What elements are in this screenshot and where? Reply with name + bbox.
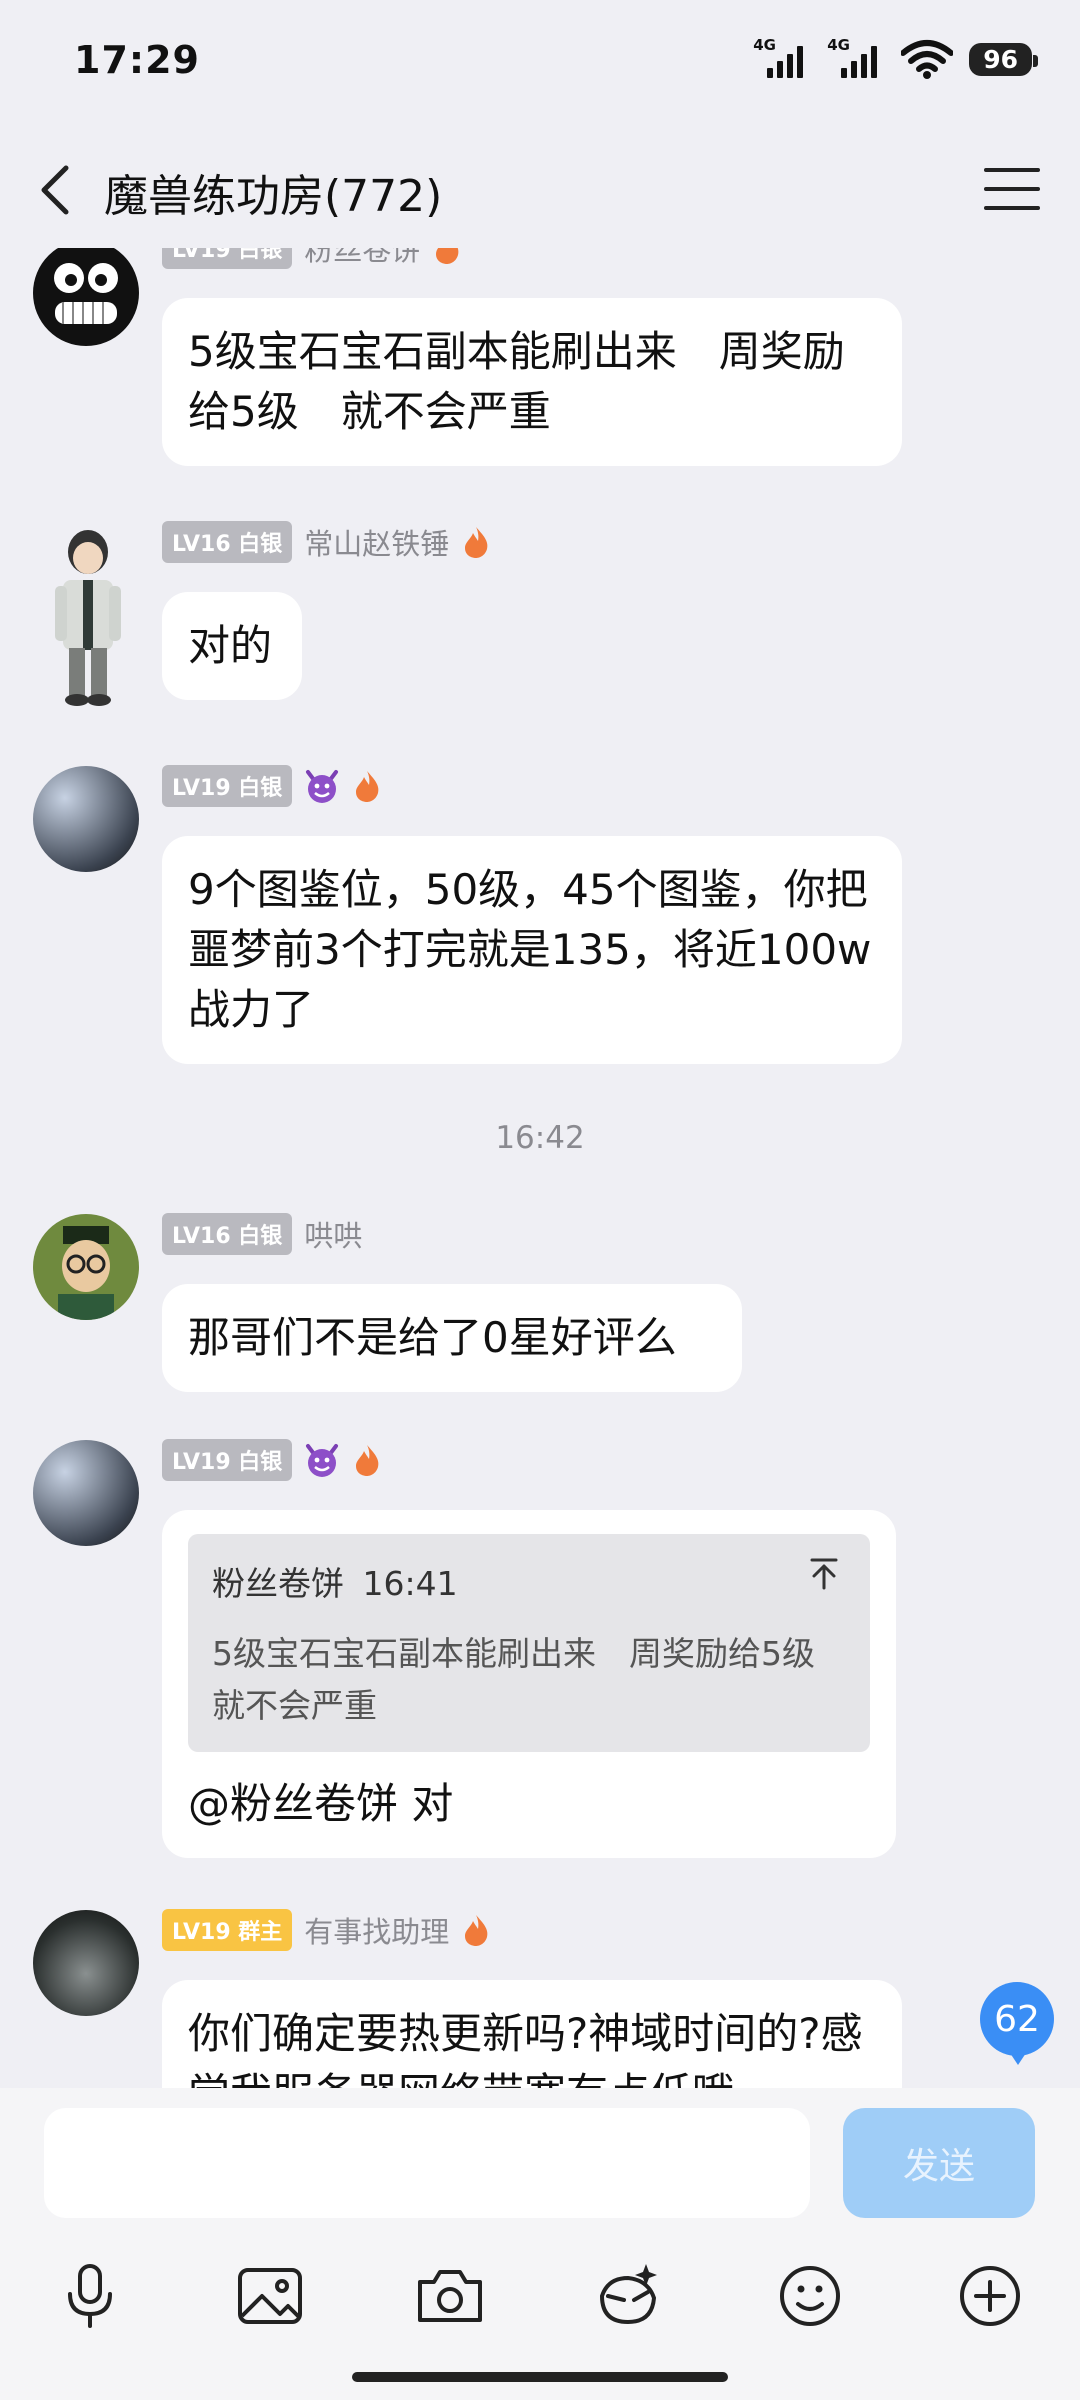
reply-bubble[interactable]: 粉丝卷饼 16:41 5级宝石宝石副本能刷出来 周奖励给5级就不会严重 @粉丝卷… (162, 1510, 896, 1858)
quote-text: 5级宝石宝石副本能刷出来 周奖励给5级就不会严重 (212, 1634, 815, 1725)
quote-author: 粉丝卷饼 (212, 1564, 344, 1603)
level-badge: LV16 白银 (162, 1213, 293, 1255)
image-icon[interactable] (230, 2256, 310, 2336)
devil-icon (306, 1444, 339, 1477)
signal-icon: 4G (827, 36, 885, 82)
message-bubble[interactable]: 5级宝石宝石副本能刷出来 周奖励给5级 就不会严重 (162, 298, 902, 466)
battery-indicator: 96 (969, 42, 1038, 76)
sender-meta: LV19 白银 粉丝卷饼 (162, 248, 462, 269)
sender-meta: LV19 白银 (162, 765, 382, 807)
camera-icon[interactable] (410, 2256, 490, 2336)
emoji-face-icon[interactable] (588, 2256, 668, 2336)
message-list[interactable]: LV19 白银 粉丝卷饼 5级宝石宝石副本能刷出来 周奖励给5级 就不会严重 L… (0, 248, 1080, 2088)
message-input[interactable] (44, 2108, 810, 2218)
fire-icon (465, 1915, 488, 1946)
sender-name[interactable]: 粉丝卷饼 (304, 248, 420, 269)
reply-text: @粉丝卷饼 对 (188, 1779, 454, 1828)
menu-icon[interactable] (984, 168, 1040, 212)
group-title[interactable]: 魔兽练功房(772) (104, 160, 442, 224)
sender-meta: LV19 白银 (162, 1439, 382, 1481)
message-bubble[interactable]: 9个图鉴位，50级，45个图鉴，你把噩梦前3个打完就是135，将近100w战力了 (162, 836, 902, 1064)
sender-name[interactable]: 哄哄 (304, 1213, 362, 1255)
unread-count-badge[interactable]: 62 (980, 1982, 1054, 2065)
status-indicators: 4G 4G 96 (753, 34, 1038, 84)
send-button[interactable]: 发送 (843, 2108, 1035, 2218)
message-bubble[interactable]: 你们确定要热更新吗?神域时间的?感觉我服务器网络带宽有点低哦 (162, 1980, 902, 2088)
avatar[interactable] (33, 1440, 139, 1546)
level-badge: LV16 白银 (162, 521, 293, 563)
status-bar: 17:29 4G 4G 96 (0, 0, 1080, 130)
sender-meta: LV16 白银 常山赵铁锤 (162, 521, 491, 563)
avatar[interactable] (33, 1214, 139, 1320)
quote-time: 16:41 (362, 1564, 458, 1603)
input-bar: 发送 (0, 2088, 1080, 2400)
quoted-message[interactable]: 粉丝卷饼 16:41 5级宝石宝石副本能刷出来 周奖励给5级就不会严重 (188, 1534, 870, 1752)
sender-meta: LV16 白银 哄哄 (162, 1213, 362, 1255)
home-indicator[interactable] (352, 2372, 728, 2382)
time-divider: 16:42 (495, 1120, 585, 1156)
chat-header: 魔兽练功房(772) (0, 130, 1080, 248)
status-time: 17:29 (74, 38, 200, 82)
smile-icon[interactable] (770, 2256, 850, 2336)
level-badge: LV19 白银 (162, 1439, 293, 1481)
avatar[interactable] (33, 1910, 139, 2016)
fire-icon (356, 771, 379, 802)
message-bubble[interactable]: 对的 (162, 592, 302, 700)
sender-name[interactable]: 常山赵铁锤 (304, 521, 449, 563)
microphone-icon[interactable] (50, 2256, 130, 2336)
jump-to-original-icon[interactable] (806, 1556, 842, 1592)
input-toolbar (0, 2256, 1080, 2346)
signal-icon: 4G (753, 36, 811, 82)
level-badge: LV19 白银 (162, 248, 293, 269)
quote-header: 粉丝卷饼 16:41 (212, 1554, 846, 1614)
fire-icon (465, 527, 488, 558)
message-bubble[interactable]: 那哥们不是给了0星好评么 (162, 1284, 742, 1392)
wifi-icon (901, 40, 954, 79)
owner-badge: LV19 群主 (162, 1909, 293, 1951)
devil-icon (306, 770, 339, 803)
sender-meta: LV19 群主 有事找助理 (162, 1909, 491, 1951)
level-badge: LV19 白银 (162, 765, 293, 807)
avatar[interactable] (33, 248, 139, 346)
sender-name[interactable]: 有事找助理 (304, 1909, 449, 1951)
back-icon[interactable] (30, 158, 84, 222)
fire-icon (436, 248, 459, 264)
avatar[interactable] (33, 522, 143, 712)
plus-icon[interactable] (950, 2256, 1030, 2336)
avatar[interactable] (33, 766, 139, 872)
fire-icon (356, 1445, 379, 1476)
